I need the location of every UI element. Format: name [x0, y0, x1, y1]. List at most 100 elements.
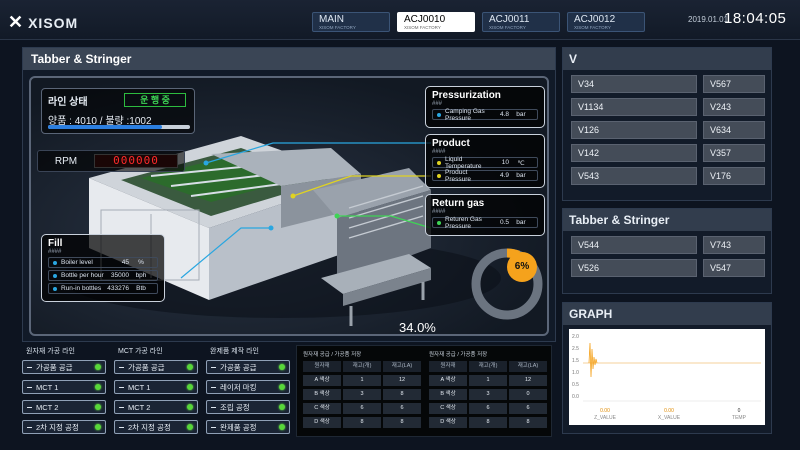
tab-sub: XISOM FACTORY — [319, 25, 356, 30]
v-cell: V357 — [703, 144, 765, 162]
tab-sub: XISOM FACTORY — [404, 25, 441, 30]
y-tick: 1.5 — [572, 358, 579, 364]
footer-value: 0 — [738, 408, 741, 414]
pressurization-card: Pressurization ### Camping Gas Pressure … — [425, 86, 545, 128]
list-item[interactable]: 조립 공정 — [206, 400, 290, 414]
table-header: 원자재 재고(개) 재고(LA) — [303, 361, 421, 372]
v-cell: V243 — [703, 98, 765, 116]
y-tick: 1.0 — [572, 370, 579, 376]
rpm-label: RPM — [54, 155, 78, 167]
dash-icon — [119, 386, 124, 388]
table-cell: D 색상 — [303, 417, 341, 428]
logo-text: XISOM — [28, 14, 79, 31]
status-led-icon — [279, 424, 285, 430]
reading-name: Run-in bottles — [61, 285, 102, 292]
table-header-cell: 재고(개) — [469, 361, 507, 372]
list-item-label: 2차 지정 공정 — [36, 422, 79, 432]
tab-main[interactable]: MAIN XISOM FACTORY — [312, 12, 390, 32]
reading-value: 0.5 — [499, 219, 509, 226]
table-row: D 색상 8 8 — [429, 417, 547, 428]
dash-icon — [211, 426, 216, 428]
list-item[interactable]: MCT 2 — [114, 400, 198, 414]
v-cell: V544 — [571, 236, 697, 254]
reading-value: 10 — [501, 159, 509, 166]
reading-name: Liquid Temperature — [445, 155, 482, 170]
v-cell: V142 — [571, 144, 697, 162]
v-cell: V743 — [703, 236, 765, 254]
table-cell: 0 — [509, 389, 547, 400]
tab-acj0011[interactable]: ACJ0011 XISOM FACTORY — [482, 12, 560, 32]
table-row: C 색상 6 6 — [303, 403, 421, 414]
date-display: 2019.01.01 — [688, 15, 729, 24]
v-cell: V634 — [703, 121, 765, 139]
list-item[interactable]: 2차 지정 공정 — [22, 420, 106, 434]
status-led-icon — [95, 364, 101, 370]
dot-icon — [53, 286, 57, 291]
dot-icon — [437, 220, 441, 225]
list-item[interactable]: MCT 1 — [22, 380, 106, 394]
y-tick: 2.0 — [572, 334, 579, 340]
reading-row: Returen Gas Pressure 0.5 bar — [432, 216, 538, 230]
table-cell: C 색상 — [303, 403, 341, 414]
rpm-value: 000000 — [94, 154, 178, 168]
dash-icon — [119, 406, 124, 408]
reading-value: 45 — [121, 259, 129, 266]
list-item-label: 조립 공정 — [220, 402, 250, 412]
v-panel-title: V — [563, 48, 771, 70]
graph-panel: GRAPH 2.0 2.5 1.5 1.0 0.5 0.0 0.00 Z_VAL… — [562, 302, 772, 434]
dash-icon — [119, 426, 124, 428]
table-cell: B 색상 — [303, 389, 341, 400]
reading-unit: Btb — [136, 285, 146, 292]
list-item[interactable]: 레이저 마킹 — [206, 380, 290, 394]
table-row: D 색상 8 8 — [303, 417, 421, 428]
status-led-icon — [187, 384, 193, 390]
tab-acj0010[interactable]: ACJ0010 XISOM FACTORY — [397, 12, 475, 32]
reading-unit: bar — [516, 111, 526, 118]
table-cell: 8 — [469, 417, 507, 428]
pressurization-sub: ### — [432, 101, 443, 107]
reading-value: 4.8 — [499, 111, 509, 118]
line-status-card: 라인 상태 운 행 중 양품 : 4010 / 불량 :1002 — [41, 88, 195, 134]
list-item[interactable]: 가공품 공급 — [206, 360, 290, 374]
list-item[interactable]: 완제품 공정 — [206, 420, 290, 434]
footer-label: Z_VALUE — [594, 415, 617, 421]
v-cell: V126 — [571, 121, 697, 139]
inventory-table-1: 원자재 공급 / 가공품 저장 원자재 재고(개) 재고(LA) A 색상 1 … — [303, 350, 421, 431]
dash-icon — [27, 366, 32, 368]
list-item[interactable]: 가공품 공급 — [22, 360, 106, 374]
finished-product-line: 완제품 제작 라인 가공품 공급 레이저 마킹 조립 공정 완제품 공정 — [206, 346, 290, 440]
status-led-icon — [95, 424, 101, 430]
table-cell: 6 — [343, 403, 381, 414]
list-item[interactable]: 가공품 공급 — [114, 360, 198, 374]
series-spike — [588, 342, 598, 378]
reading-row: Bottle per hour 35000 bph — [48, 270, 158, 281]
line-status-progress-fill — [48, 125, 162, 129]
donut-value: 6% — [507, 252, 537, 282]
list-item[interactable]: 2차 지정 공정 — [114, 420, 198, 434]
v-cell: V547 — [703, 259, 765, 277]
footer-label: X_VALUE — [658, 415, 681, 421]
dot-icon — [437, 173, 441, 178]
list-item-label: 가공품 공급 — [36, 362, 73, 372]
status-badge: 운 행 중 — [124, 93, 186, 107]
table-cell: 12 — [509, 375, 547, 386]
status-led-icon — [279, 404, 285, 410]
status-led-icon — [279, 384, 285, 390]
list-item[interactable]: MCT 2 — [22, 400, 106, 414]
status-led-icon — [279, 364, 285, 370]
list-title: 완제품 제작 라인 — [210, 348, 259, 355]
table-cell: 8 — [383, 389, 421, 400]
inventory-table-2: 원자재 공급 / 가공품 저장 원자재 재고(개) 재고(LA) A 색상 1 … — [429, 350, 547, 431]
graph-canvas: 2.0 2.5 1.5 1.0 0.5 0.0 0.00 Z_VALUE 0.0… — [572, 334, 761, 421]
table-cell: 6 — [509, 403, 547, 414]
table-cell: 6 — [469, 403, 507, 414]
v-cell: V176 — [703, 167, 765, 185]
list-item[interactable]: MCT 1 — [114, 380, 198, 394]
tab-acj0012[interactable]: ACJ0012 XISOM FACTORY — [567, 12, 645, 32]
line-status-progress — [48, 125, 190, 129]
tab-sub: XISOM FACTORY — [489, 25, 526, 30]
table-cell: 8 — [509, 417, 547, 428]
table-title: 원자재 공급 / 가공품 저장 — [429, 352, 488, 358]
status-led-icon — [187, 424, 193, 430]
reading-value: 4.9 — [499, 172, 509, 179]
